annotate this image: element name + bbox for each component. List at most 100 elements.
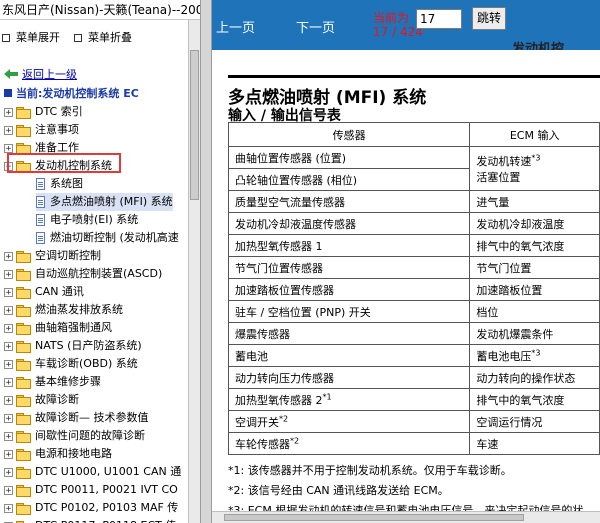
back-link[interactable]: 返回上一级	[4, 66, 77, 82]
sensor-name: 空调开关	[235, 415, 279, 429]
document-icon	[36, 214, 45, 226]
sensor-cell: 节气门位置传感器	[227, 256, 471, 279]
tree-item-label: DTC 索引	[35, 105, 83, 118]
sensor-name: 加热型氧传感器 1	[235, 239, 323, 253]
expand-toggle-icon[interactable]: +	[4, 143, 13, 153]
sensor-name: 爆震传感器	[235, 327, 290, 341]
sensor-name: 动力转向压力传感器	[235, 371, 334, 385]
expand-toggle-icon[interactable]: +	[4, 413, 13, 423]
tree-item[interactable]: + 自动巡航控制装置(ASCD)	[4, 265, 162, 283]
folder-icon	[16, 430, 31, 443]
ecm-signal: 排气中的氧气浓度	[476, 393, 565, 407]
back-link-label: 返回上一级	[22, 68, 77, 81]
tree-item-label: 故障诊断	[35, 393, 79, 406]
table-header-row: 传感器 ECM 输入	[227, 122, 600, 147]
tree-item-label: 曲轴箱强制通风	[35, 321, 112, 334]
tree-item[interactable]: + 故障诊断	[4, 391, 79, 409]
tree-item[interactable]: + 空调切断控制	[4, 247, 101, 265]
tree-item-label: 空调切断控制	[35, 249, 101, 262]
folder-icon	[16, 286, 31, 299]
tree-item[interactable]: + 注意事项	[4, 121, 79, 139]
panel-splitter[interactable]	[200, 0, 212, 523]
ecm-signal-cell: 动力转向的操作状态	[469, 366, 600, 389]
folder-icon	[16, 142, 31, 155]
tree-item-label: 注意事项	[35, 123, 79, 136]
collapse-menu-button[interactable]: 菜单折叠	[74, 28, 132, 48]
tree-item[interactable]: + 燃油蒸发排放系统	[4, 301, 123, 319]
tree-item[interactable]: + DTC 索引	[4, 103, 83, 121]
sensor-name: 车轮传感器	[235, 437, 290, 451]
sensor-name: 蓄电池	[235, 349, 268, 363]
collapse-menu-label: 菜单折叠	[88, 31, 132, 44]
expand-menu-label: 菜单展开	[16, 31, 60, 44]
ecm-signal: 蓄电池电压	[476, 349, 532, 363]
folder-icon	[16, 376, 31, 389]
tree-item[interactable]: + 车载诊断(OBD) 系统	[4, 355, 138, 373]
next-page-link[interactable]: 下一页	[296, 17, 335, 36]
page-number-input[interactable]	[416, 9, 462, 29]
ecm-signal: 加速踏板位置	[476, 283, 543, 297]
expand-toggle-icon[interactable]: +	[4, 449, 13, 459]
left-scrollbar[interactable]	[188, 20, 200, 523]
expand-toggle-icon[interactable]: +	[4, 431, 13, 441]
expand-toggle-icon[interactable]: +	[4, 125, 13, 135]
bottom-scrollbar-thumb[interactable]	[224, 514, 524, 521]
expand-toggle-icon[interactable]: +	[4, 503, 13, 513]
ecm-signal: 节气门位置	[476, 261, 532, 275]
folder-icon	[16, 466, 31, 479]
expand-toggle-icon[interactable]: +	[4, 107, 13, 117]
tree-item[interactable]: + DTC P0102, P0103 MAF 传	[4, 499, 178, 517]
expand-menu-button[interactable]: 菜单展开	[2, 28, 60, 48]
sensor-cell: 加速踏板位置传感器	[227, 278, 471, 301]
tree-item[interactable]: + CAN 通讯	[4, 283, 84, 301]
signal-table: 传感器 ECM 输入 曲轴位置传感器 (位置) 发动机转速*3 活塞位置 凸轮轴位置传…	[227, 122, 600, 455]
tree-item[interactable]: + 基本维修步骤	[4, 373, 101, 391]
folder-icon	[16, 322, 31, 335]
expand-toggle-icon[interactable]: +	[4, 251, 13, 261]
ecm-signal-cell: 排气中的氧气浓度	[469, 234, 600, 257]
expand-toggle-icon[interactable]: +	[4, 395, 13, 405]
sensor-footnote-ref: *2	[279, 413, 289, 423]
sensor-name: 加速踏板位置传感器	[235, 283, 334, 297]
tree-item[interactable]: + DTC P0011, P0021 IVT CO	[4, 481, 178, 499]
expand-toggle-icon[interactable]: +	[4, 359, 13, 369]
tree-item-label: 故障诊断— 技术参数值	[35, 411, 149, 424]
tree-item[interactable]: + 故障诊断— 技术参数值	[4, 409, 149, 427]
jump-button[interactable]: 跳转	[472, 7, 506, 30]
tree-item[interactable]: + 曲轴箱强制通风	[4, 319, 112, 337]
tree-item-label: DTC P0117, P0118 ECT 传	[35, 517, 176, 523]
tree-item[interactable]: + 间歇性问题的故障诊断	[4, 427, 145, 445]
tree-item[interactable]: + 电源和接地电路	[4, 445, 112, 463]
tree-item[interactable]: + DTC U1000, U1001 CAN 通	[4, 463, 181, 481]
bottom-scrollbar[interactable]	[212, 511, 600, 523]
tree-item[interactable]: 燃油切断控制 (发动机高速	[36, 229, 179, 247]
tree-item[interactable]: 电子喷射(EI) 系统	[36, 211, 138, 229]
highlight-annotation	[7, 153, 121, 173]
expand-toggle-icon[interactable]: +	[4, 467, 13, 477]
tree-item[interactable]: 多点燃油喷射 (MFI) 系统	[36, 193, 173, 211]
folder-icon	[16, 250, 31, 263]
tree-item[interactable]: +DTC P0117, P0118 ECT 传	[4, 517, 176, 523]
expand-toggle-icon[interactable]: +	[4, 305, 13, 315]
expand-toggle-icon[interactable]: +	[4, 269, 13, 279]
expand-toggle-icon[interactable]: +	[4, 377, 13, 387]
ecm-signal: 发动机冷却液温度	[476, 217, 565, 231]
ecm-column-header: ECM 输入	[469, 122, 600, 147]
tree-item[interactable]: 系统图	[36, 175, 83, 193]
left-scrollbar-thumb[interactable]	[190, 50, 199, 200]
ecm-signal-cell: 发动机转速*3 活塞位置	[469, 146, 600, 191]
signal-footnote-ref: *3	[531, 152, 541, 162]
table-row: 质量型空气流量传感器 进气量	[227, 190, 600, 213]
ecm-signal-cell: 车速	[469, 432, 600, 455]
expand-toggle-icon[interactable]: +	[4, 287, 13, 297]
collapse-icon	[74, 34, 82, 42]
tree-item-label: 自动巡航控制装置(ASCD)	[35, 267, 163, 280]
expand-toggle-icon[interactable]: +	[4, 323, 13, 333]
sensor-cell: 空调开关*2	[227, 410, 471, 433]
sensor-name: 曲轴位置传感器 (位置)	[235, 151, 347, 165]
prev-page-link[interactable]: 上一页	[216, 17, 255, 36]
table-row: 加热型氧传感器 2*1 排气中的氧气浓度	[227, 388, 600, 411]
tree-item[interactable]: + NATS (日产防盗系统)	[4, 337, 142, 355]
expand-toggle-icon[interactable]: +	[4, 485, 13, 495]
expand-toggle-icon[interactable]: +	[4, 341, 13, 351]
